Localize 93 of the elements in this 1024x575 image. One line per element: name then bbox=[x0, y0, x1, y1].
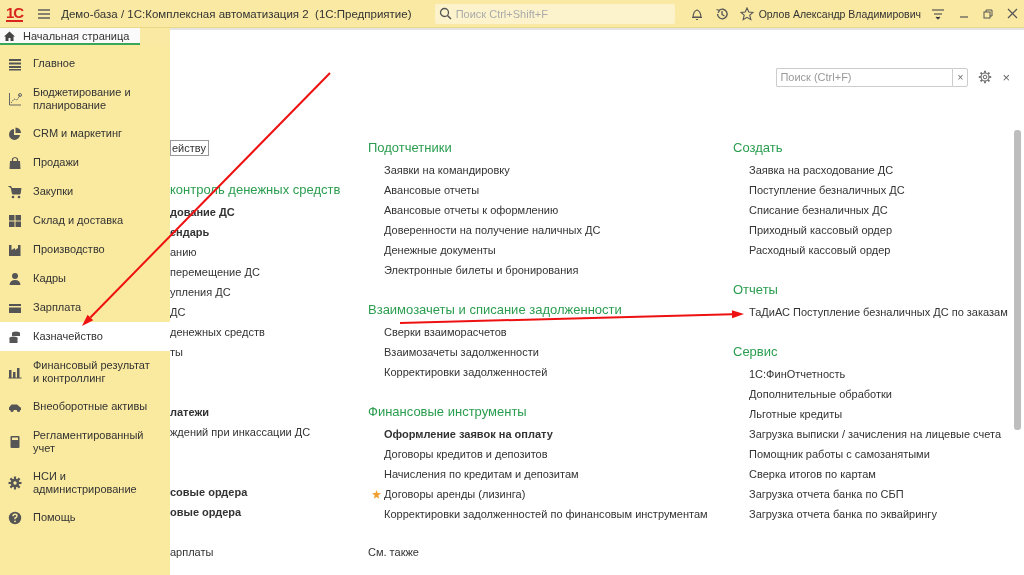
link[interactable]: Сверки взаиморасчетов bbox=[372, 326, 507, 338]
section-heading: Сервис bbox=[733, 344, 778, 360]
link[interactable]: Взаимозачеты задолженности bbox=[372, 346, 539, 358]
link[interactable]: упления ДС bbox=[170, 286, 231, 298]
link[interactable]: Авансовые отчеты к оформлению bbox=[372, 204, 559, 216]
sidebar-item[interactable]: Склад и доставка bbox=[0, 206, 170, 235]
link[interactable]: Заявки на командировку bbox=[372, 164, 510, 176]
link[interactable]: ТаДиАС Поступление безналичных ДС по заказам bbox=[737, 306, 1008, 318]
settings-icon[interactable] bbox=[978, 70, 993, 84]
link[interactable]: Загрузка выписки / зачисления на лицевые счета bbox=[737, 428, 1001, 440]
search-field[interactable]: Поиск (Ctrl+F) bbox=[776, 67, 953, 87]
close-button[interactable]: × bbox=[1002, 69, 1010, 85]
history-icon[interactable] bbox=[714, 6, 729, 21]
link[interactable]: Льготные кредиты bbox=[737, 408, 843, 420]
link[interactable]: Приходный кассовый ордер bbox=[737, 224, 893, 236]
coins-icon bbox=[8, 329, 22, 344]
sidebar-item[interactable]: Продажи bbox=[0, 148, 170, 177]
clear-button[interactable]: × bbox=[952, 67, 969, 87]
scrollbar[interactable] bbox=[1014, 130, 1021, 430]
star-icon bbox=[372, 489, 381, 499]
link[interactable]: Оформление заявок на оплату bbox=[372, 428, 553, 440]
user-name[interactable]: Орлов Александр Владимирович bbox=[758, 7, 921, 20]
calculator-icon bbox=[8, 434, 22, 449]
logo: 1С bbox=[6, 5, 24, 22]
section-heading: Подотчетники bbox=[368, 140, 452, 156]
sidebar-item[interactable]: Казначейство bbox=[0, 322, 170, 351]
link[interactable]: Дополнительные обработки bbox=[737, 388, 892, 400]
link[interactable]: ждений при инкассации ДС bbox=[170, 426, 311, 438]
cart-icon bbox=[8, 184, 22, 199]
link[interactable]: Договоры кредитов и депозитов bbox=[372, 448, 548, 460]
link[interactable]: латежи bbox=[170, 406, 210, 418]
menu-icon[interactable] bbox=[931, 7, 945, 20]
link[interactable]: анию bbox=[170, 246, 197, 258]
search-field[interactable]: Поиск Ctrl+Shift+F bbox=[434, 3, 675, 24]
link[interactable]: ты bbox=[170, 346, 183, 358]
sidebar-item[interactable]: Помощь bbox=[0, 503, 170, 532]
sidebar-item[interactable]: Закупки bbox=[0, 177, 170, 206]
search-icon bbox=[438, 7, 452, 20]
link[interactable]: Заявка на расходование ДС bbox=[737, 164, 894, 176]
chart-icon bbox=[8, 91, 22, 106]
person-icon bbox=[8, 271, 22, 286]
link[interactable]: 1С:ФинОтчетность bbox=[737, 368, 846, 380]
section-heading: Финансовые инструменты bbox=[368, 404, 527, 420]
tab[interactable]: Начальная страница bbox=[0, 28, 140, 45]
section-heading: Взаимозачеты и списание задолженности bbox=[368, 302, 622, 318]
link[interactable]: Загрузка отчета банка по эквайрингу bbox=[737, 508, 937, 520]
link[interactable]: денежных средств bbox=[170, 326, 265, 338]
link[interactable]: Доверенности на получение наличных ДС bbox=[372, 224, 601, 236]
link[interactable]: овые ордера bbox=[170, 506, 242, 518]
sidebar-item[interactable]: Зарплата bbox=[0, 293, 170, 322]
factory-icon bbox=[8, 242, 22, 257]
link[interactable]: Электронные билеты и бронирования bbox=[372, 264, 579, 276]
sidebar-item[interactable]: НСИ и администрирование bbox=[0, 462, 170, 503]
link[interactable]: Авансовые отчеты bbox=[372, 184, 480, 196]
sidebar-item[interactable]: Бюджетирование и планирование bbox=[0, 78, 170, 119]
star-icon[interactable] bbox=[739, 6, 754, 21]
link[interactable]: Списание безналичных ДС bbox=[737, 204, 888, 216]
link[interactable]: Корректировки задолженностей bbox=[372, 366, 548, 378]
link[interactable]: Поступление безналичных ДС bbox=[737, 184, 905, 196]
sidebar-item[interactable]: Финансовый результат и контроллинг bbox=[0, 351, 170, 392]
see-also-label: См. также bbox=[368, 545, 420, 560]
link[interactable]: Помощник работы с самозанятыми bbox=[737, 448, 930, 460]
restore-icon[interactable] bbox=[983, 8, 993, 19]
link[interactable]: Денежные документы bbox=[372, 244, 496, 256]
section-heading: Создать bbox=[733, 140, 783, 156]
link[interactable]: Начисления по кредитам и депозитам bbox=[372, 468, 579, 480]
home-icon bbox=[4, 30, 15, 41]
close-icon[interactable] bbox=[1007, 8, 1018, 19]
sidebar-item[interactable]: Кадры bbox=[0, 264, 170, 293]
list-icon bbox=[8, 56, 22, 71]
sidebar-item[interactable]: Регламентированный учет bbox=[0, 421, 170, 462]
link[interactable]: Расходный кассовый ордер bbox=[737, 244, 891, 256]
menu-icon[interactable] bbox=[37, 7, 52, 20]
grid-icon bbox=[8, 213, 22, 228]
link[interactable]: арплаты bbox=[170, 546, 214, 558]
link[interactable]: Договоры аренды (лизинга) bbox=[372, 488, 526, 500]
sidebar-item[interactable]: Внеоборотные активы bbox=[0, 392, 170, 421]
sidebar-item[interactable]: Главное bbox=[0, 49, 170, 78]
link[interactable]: ДС bbox=[170, 306, 186, 318]
sidebar-item[interactable]: CRM и маркетинг bbox=[0, 119, 170, 148]
window-title: Демо-база / 1С:Комплексная автоматизация 2 (1С:Предприятие) bbox=[61, 7, 412, 20]
sidebar-item[interactable]: Производство bbox=[0, 235, 170, 264]
gear-icon bbox=[8, 475, 22, 490]
help-icon bbox=[8, 510, 22, 525]
link[interactable]: Сверка итогов по картам bbox=[737, 468, 876, 480]
section-heading: Отчеты bbox=[733, 282, 778, 298]
link[interactable]: Корректировки задолженностей по финансовым инструментам bbox=[372, 508, 708, 520]
button[interactable]: ейству bbox=[170, 140, 209, 156]
pie-chart-icon bbox=[8, 126, 22, 141]
link[interactable]: Загрузка отчета банка по СБП bbox=[737, 488, 904, 500]
link[interactable]: перемещение ДС bbox=[170, 266, 260, 278]
bag-icon bbox=[8, 155, 22, 170]
link[interactable]: совые ордера bbox=[170, 486, 248, 498]
